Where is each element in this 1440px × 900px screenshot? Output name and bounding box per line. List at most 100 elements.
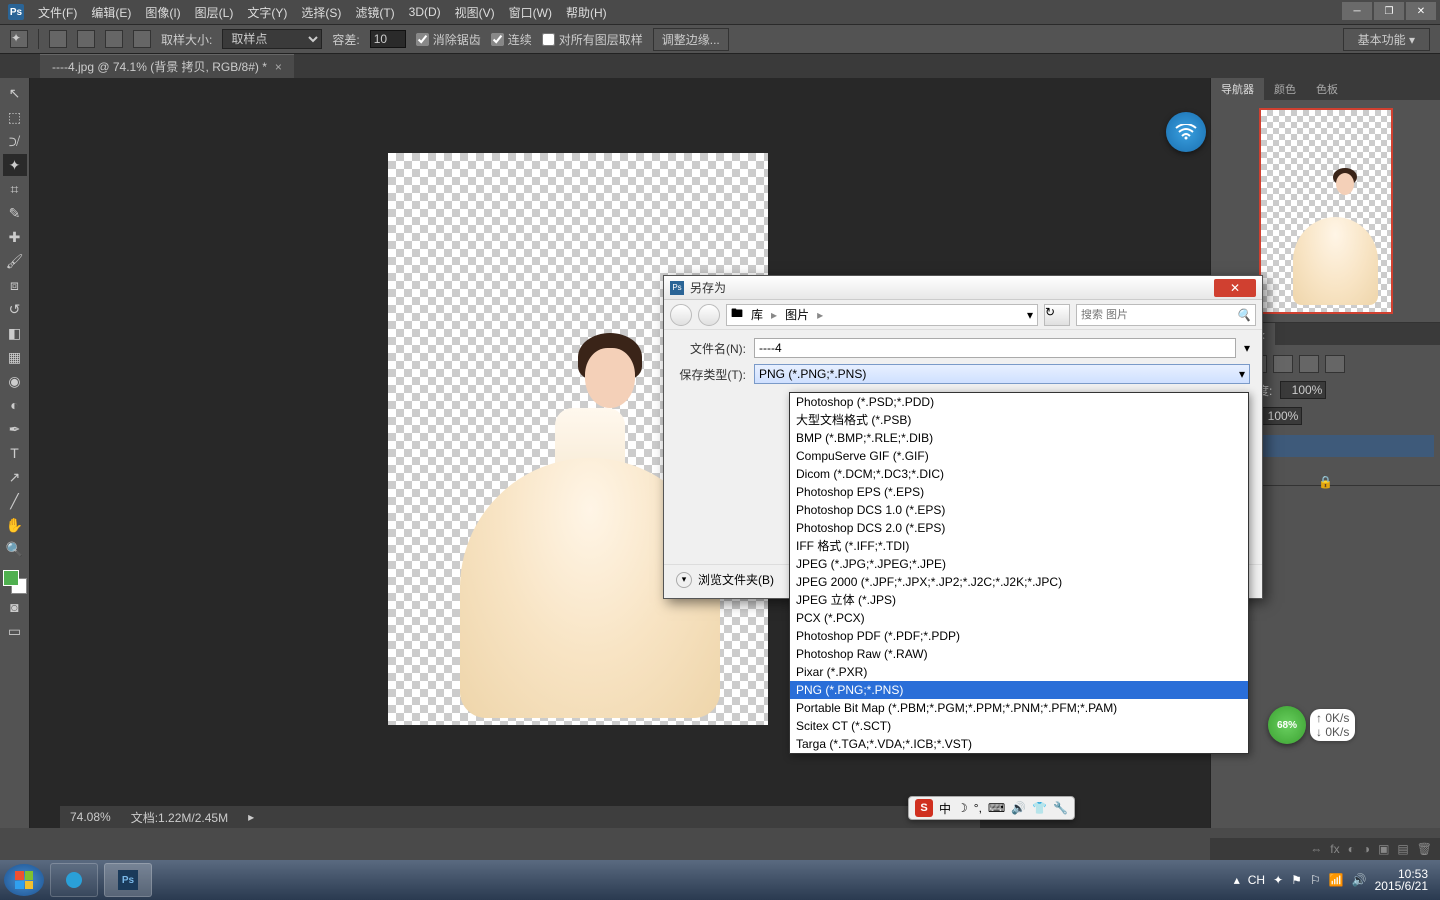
fx-icon[interactable]: fx bbox=[1330, 842, 1339, 856]
filetype-option[interactable]: Photoshop DCS 1.0 (*.EPS) bbox=[790, 501, 1248, 519]
tray-action-icon[interactable]: ⚐ bbox=[1310, 873, 1321, 887]
eyedropper-tool-icon[interactable]: ✎ bbox=[3, 202, 27, 224]
tab-color[interactable]: 颜色 bbox=[1264, 78, 1306, 100]
adjust-icon[interactable]: ◑ bbox=[1363, 842, 1370, 856]
screenmode-icon[interactable]: ▭ bbox=[3, 620, 27, 642]
filetype-option[interactable]: JPEG 立体 (*.JPS) bbox=[790, 591, 1248, 609]
folder-icon[interactable]: ▣ bbox=[1378, 842, 1389, 856]
filetype-option[interactable]: IFF 格式 (*.IFF;*.TDI) bbox=[790, 537, 1248, 555]
browse-expand-icon[interactable]: ▾ bbox=[676, 572, 692, 588]
minimize-button[interactable]: ─ bbox=[1342, 2, 1372, 20]
filename-input[interactable] bbox=[754, 338, 1236, 358]
tab-swatches[interactable]: 色板 bbox=[1306, 78, 1348, 100]
menu-edit[interactable]: 编辑(E) bbox=[91, 4, 131, 21]
tray-flag-icon[interactable]: ⚑ bbox=[1291, 873, 1302, 887]
path-tool-icon[interactable]: ↗ bbox=[3, 466, 27, 488]
magic-wand-tool-icon[interactable]: ✦ bbox=[3, 154, 27, 176]
contiguous-checkbox[interactable]: 连续 bbox=[491, 31, 532, 48]
selection-new-icon[interactable] bbox=[49, 30, 67, 48]
workspace-switcher[interactable]: 基本功能 ▾ bbox=[1343, 28, 1430, 51]
menu-help[interactable]: 帮助(H) bbox=[566, 4, 607, 21]
stamp-tool-icon[interactable]: ⧈ bbox=[3, 274, 27, 296]
eraser-tool-icon[interactable]: ◧ bbox=[3, 322, 27, 344]
menu-layer[interactable]: 图层(L) bbox=[195, 4, 234, 21]
dialog-close-button[interactable]: ✕ bbox=[1214, 279, 1256, 297]
refine-edge-button[interactable]: 调整边缘... bbox=[653, 28, 729, 51]
ime-logo-icon[interactable]: S bbox=[915, 799, 933, 817]
new-layer-icon[interactable]: ▤ bbox=[1397, 842, 1408, 856]
blur-tool-icon[interactable]: ◉ bbox=[3, 370, 27, 392]
zoom-level[interactable]: 74.08% bbox=[70, 810, 111, 824]
menu-filter[interactable]: 滤镜(T) bbox=[355, 4, 394, 21]
shape-tool-icon[interactable]: ╱ bbox=[3, 490, 27, 512]
dialog-titlebar[interactable]: Ps 另存为 ✕ bbox=[664, 276, 1262, 300]
history-brush-tool-icon[interactable]: ↺ bbox=[3, 298, 27, 320]
menu-type[interactable]: 文字(Y) bbox=[247, 4, 287, 21]
filetype-select[interactable]: PNG (*.PNG;*.PNS) ▾ bbox=[754, 364, 1250, 384]
menu-view[interactable]: 视图(V) bbox=[455, 4, 495, 21]
status-arrow-icon[interactable]: ▸ bbox=[248, 810, 254, 824]
filetype-option[interactable]: PCX (*.PCX) bbox=[790, 609, 1248, 627]
filetype-option[interactable]: JPEG 2000 (*.JPF;*.JPX;*.JP2;*.J2C;*.J2K… bbox=[790, 573, 1248, 591]
fill-input[interactable] bbox=[1256, 407, 1302, 425]
hist-icon-4[interactable] bbox=[1299, 355, 1319, 373]
filetype-option[interactable]: TIFF (*.TIF;*.TIFF) bbox=[790, 753, 1248, 754]
menu-select[interactable]: 选择(S) bbox=[301, 4, 341, 21]
breadcrumb-part-0[interactable]: 库 bbox=[747, 306, 767, 323]
healing-tool-icon[interactable]: ✚ bbox=[3, 226, 27, 248]
quickmask-icon[interactable]: ◙ bbox=[3, 596, 27, 618]
tray-network-icon[interactable]: 📶 bbox=[1329, 873, 1344, 887]
ime-keyboard-icon[interactable]: ⌨ bbox=[988, 801, 1005, 815]
foreground-color-swatch[interactable] bbox=[3, 570, 19, 586]
filetype-option[interactable]: Photoshop (*.PSD;*.PDD) bbox=[790, 393, 1248, 411]
tray-volume-icon[interactable]: 🔊 bbox=[1352, 873, 1367, 887]
tray-lang[interactable]: CH bbox=[1248, 873, 1265, 887]
filetype-option[interactable]: Photoshop DCS 2.0 (*.EPS) bbox=[790, 519, 1248, 537]
color-swatches[interactable] bbox=[3, 570, 27, 594]
sample-size-select[interactable]: 取样点 bbox=[222, 29, 322, 49]
lasso-tool-icon[interactable]: ⟉ bbox=[3, 130, 27, 152]
ime-punct-icon[interactable]: °, bbox=[974, 801, 982, 815]
search-input[interactable] bbox=[1081, 309, 1236, 321]
gradient-tool-icon[interactable]: ▦ bbox=[3, 346, 27, 368]
filetype-option[interactable]: Dicom (*.DCM;*.DC3;*.DIC) bbox=[790, 465, 1248, 483]
doc-size-info[interactable]: 文档:1.22M/2.45M bbox=[131, 809, 228, 826]
all-layers-checkbox[interactable]: 对所有图层取样 bbox=[542, 31, 643, 48]
browse-folders-link[interactable]: 浏览文件夹(B) bbox=[698, 571, 774, 588]
zoom-tool-icon[interactable]: 🔍 bbox=[3, 538, 27, 560]
nav-back-button[interactable] bbox=[670, 304, 692, 326]
ime-speaker-icon[interactable]: 🔊 bbox=[1011, 801, 1026, 815]
selection-subtract-icon[interactable] bbox=[105, 30, 123, 48]
hand-tool-icon[interactable]: ✋ bbox=[3, 514, 27, 536]
tray-expand-icon[interactable]: ▴ bbox=[1234, 873, 1240, 887]
opacity-input[interactable] bbox=[1280, 381, 1326, 399]
search-icon[interactable]: 🔍 bbox=[1236, 308, 1251, 322]
move-tool-icon[interactable]: ↖ bbox=[3, 82, 27, 104]
start-button[interactable] bbox=[4, 864, 44, 896]
filetype-option[interactable]: PNG (*.PNG;*.PNS) bbox=[790, 681, 1248, 699]
hist-icon-5[interactable] bbox=[1325, 355, 1345, 373]
document-tab[interactable]: ----4.jpg @ 74.1% (背景 拷贝, RGB/8#) * × bbox=[40, 54, 294, 78]
tray-clock[interactable]: 10:53 2015/6/21 bbox=[1375, 868, 1428, 892]
dodge-tool-icon[interactable]: ◐ bbox=[3, 394, 27, 416]
filename-dropdown-icon[interactable]: ▾ bbox=[1244, 341, 1250, 355]
ime-tool-icon[interactable]: 🔧 bbox=[1053, 801, 1068, 815]
tolerance-input[interactable] bbox=[370, 30, 406, 48]
filetype-option[interactable]: CompuServe GIF (*.GIF) bbox=[790, 447, 1248, 465]
link-icon[interactable]: ⇔ bbox=[1310, 842, 1322, 856]
menu-window[interactable]: 窗口(W) bbox=[509, 4, 552, 21]
tab-navigator[interactable]: 导航器 bbox=[1211, 78, 1264, 100]
filetype-option[interactable]: Photoshop Raw (*.RAW) bbox=[790, 645, 1248, 663]
close-button[interactable]: ✕ bbox=[1406, 2, 1436, 20]
marquee-tool-icon[interactable]: ⬚ bbox=[3, 106, 27, 128]
tray-ime-icon[interactable]: ✦ bbox=[1273, 873, 1283, 887]
pen-tool-icon[interactable]: ✒ bbox=[3, 418, 27, 440]
search-box[interactable]: 🔍 bbox=[1076, 304, 1256, 326]
taskbar-photoshop[interactable]: Ps bbox=[104, 863, 152, 897]
ime-mode[interactable]: 中 bbox=[939, 800, 951, 817]
menu-3d[interactable]: 3D(D) bbox=[409, 5, 441, 19]
filetype-dropdown[interactable]: Photoshop (*.PSD;*.PDD)大型文档格式 (*.PSB)BMP… bbox=[789, 392, 1249, 754]
filetype-option[interactable]: Scitex CT (*.SCT) bbox=[790, 717, 1248, 735]
nav-forward-button[interactable] bbox=[698, 304, 720, 326]
filetype-option[interactable]: BMP (*.BMP;*.RLE;*.DIB) bbox=[790, 429, 1248, 447]
